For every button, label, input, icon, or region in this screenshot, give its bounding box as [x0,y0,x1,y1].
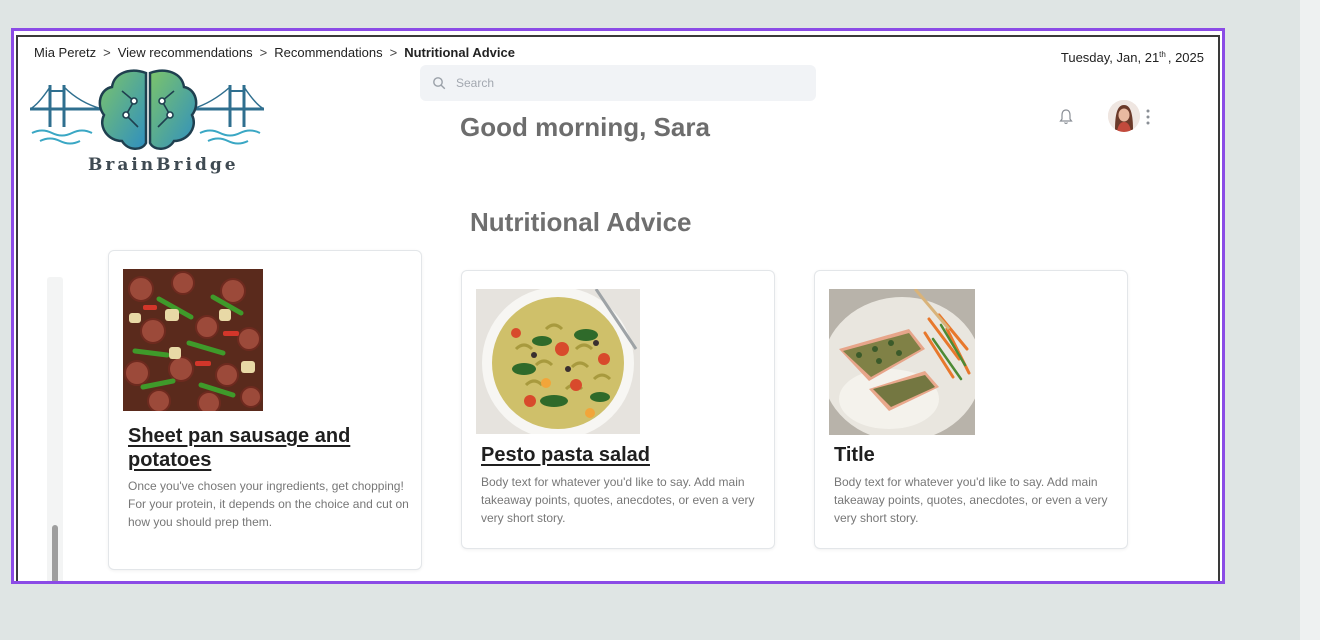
card-body: Body text for whatever you'd like to say… [481,475,755,525]
pasta-salad-photo [476,289,640,434]
vertical-scrollbar[interactable] [47,277,63,581]
breadcrumb-item-current: Nutritional Advice [404,45,515,60]
scrollbar-thumb[interactable] [52,525,58,581]
breadcrumb: Mia Peretz > View recommendations > Recommen… [34,45,515,60]
current-date: Tuesday, Jan, 21th, 2025 [1061,50,1204,65]
salmon-rice-photo [829,289,975,435]
card-title[interactable]: Title [834,443,1104,467]
card-title[interactable]: Sheet pan sausage and potatoes [128,424,378,472]
recipe-card-sausage-potatoes[interactable]: Sheet pan sausage and potatoes Once you'… [108,250,422,570]
card-body: Body text for whatever you'd like to say… [834,475,1108,525]
breadcrumb-item-recommendations[interactable]: Recommendations [274,45,382,60]
search-icon [433,77,446,90]
card-title[interactable]: Pesto pasta salad [481,443,751,467]
greeting-heading: Good morning, Sara [460,112,710,142]
breadcrumb-separator: > [103,45,111,60]
sausage-potatoes-photo [123,269,263,411]
date-year: , 2025 [1167,50,1204,65]
search-bar[interactable]: Search [420,65,816,101]
breadcrumb-separator: > [389,45,398,60]
selection-frame: Mia Peretz > View recommendations > Recommen… [11,28,1225,584]
avatar-photo [1108,100,1140,132]
section-title: Nutritional Advice [470,207,692,237]
date-day: Tuesday, Jan, 21 [1060,50,1160,65]
breadcrumb-separator: > [259,45,268,60]
kebab-menu-icon[interactable] [1145,107,1151,127]
app-window: Mia Peretz > View recommendations > Recommen… [16,35,1220,581]
card-body: Once you've chosen your ingredients, get… [128,479,409,529]
recipe-card-title[interactable]: Title Body text for whatever you'd like … [814,270,1128,549]
logo-wordmark: BrainBridge [88,155,239,175]
brainbridge-logo[interactable]: BrainBridge [29,67,265,185]
avatar[interactable] [1108,100,1140,132]
recipe-card-pesto-pasta[interactable]: Pesto pasta salad Body text for whatever… [461,270,775,549]
breadcrumb-item-view-recommendations[interactable]: View recommendations [118,45,253,60]
breadcrumb-item-user[interactable]: Mia Peretz [34,45,96,60]
search-placeholder: Search [456,76,495,90]
date-ordinal: th [1159,49,1166,59]
logo-graphic [29,69,265,150]
side-strip [1300,0,1320,640]
bell-icon[interactable] [1058,108,1074,126]
